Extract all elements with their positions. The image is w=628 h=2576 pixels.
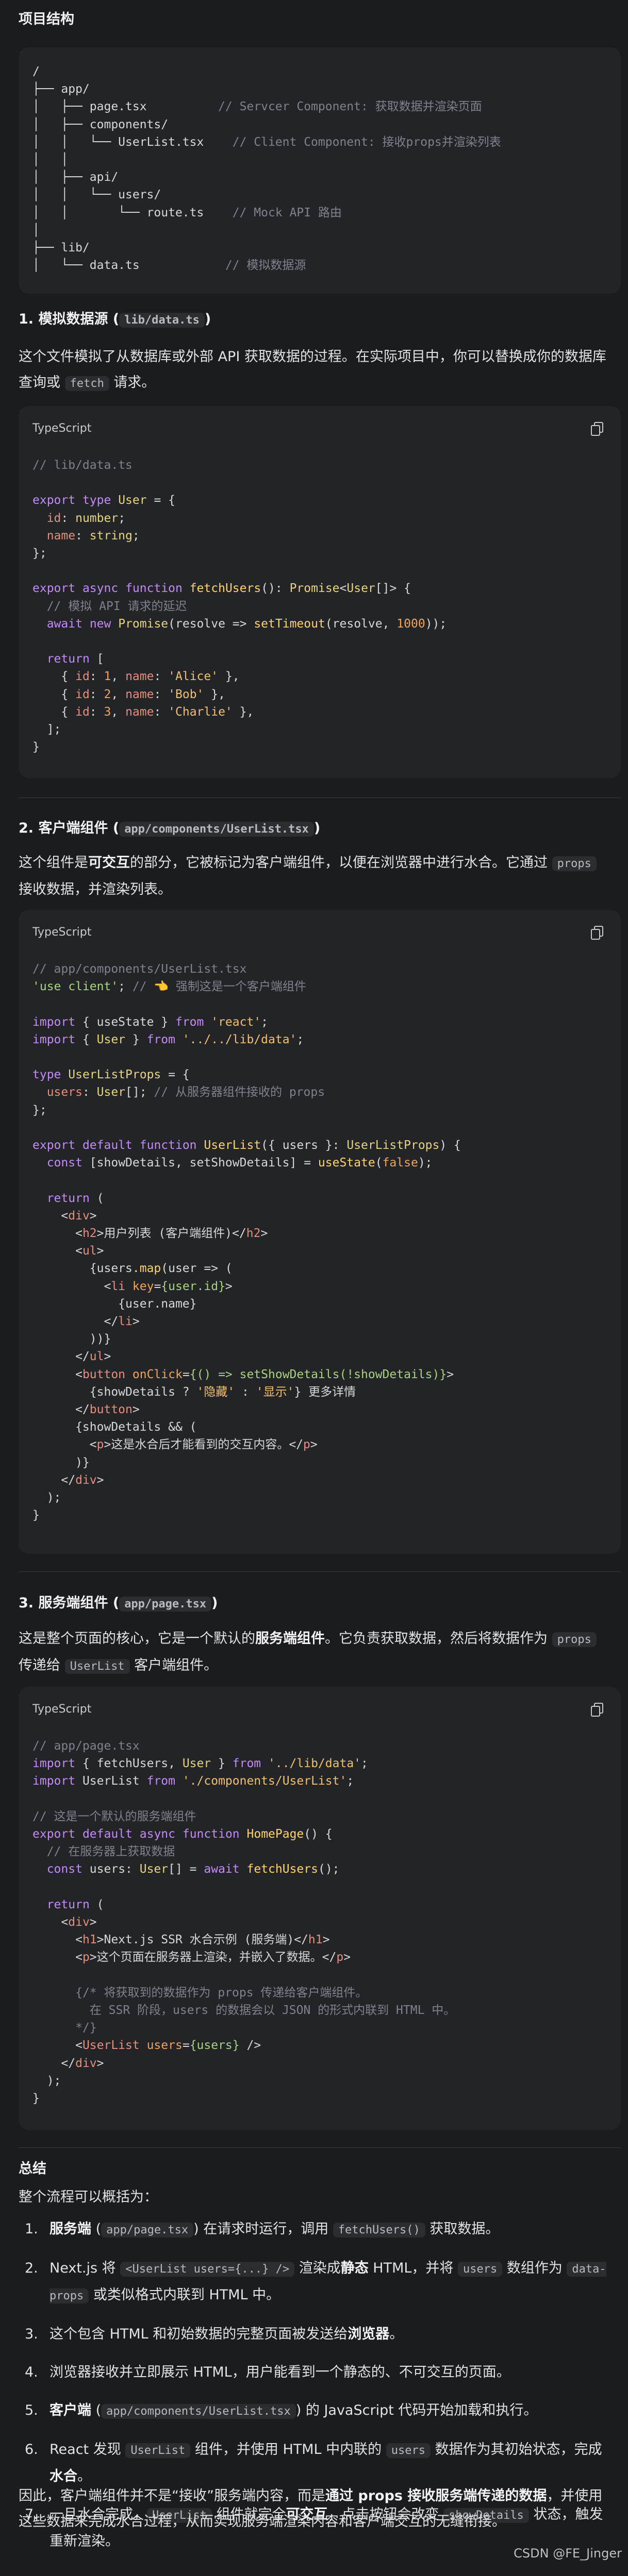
step-number: 6. [25,2442,38,2458]
summary-title: 总结 [19,2161,46,2177]
code-language-label: TypeScript [32,1702,92,1716]
copy-icon[interactable] [591,926,603,940]
client-code-block: TypeScript // app/components/UserList.ts… [19,910,621,1554]
step-text: 这个包含 HTML 和初始数据的完整页面被发送给浏览器。 [49,2326,404,2342]
step-text: 浏览器接收并立即展示 HTML，用户能看到一个静态的、不可交互的页面。 [49,2364,510,2380]
step-number: 4. [25,2364,38,2380]
server-section-title: 3. 服务端组件 (app/page.tsx) [19,1595,218,1612]
code-language-label: TypeScript [32,925,92,939]
summary-step: 5. 客户端 (app/components/UserList.tsx) 的 Ja… [19,2398,612,2425]
step-number: 1. [25,2221,38,2237]
code-header: TypeScript [19,406,621,450]
summary-step: 2. Next.js 将 <UserList users={...} /> 渲染成… [19,2256,612,2309]
step-number: 3. [25,2326,38,2342]
code-header: TypeScript [19,1687,621,1731]
structure-code: / ├── app/ │ ├── page.tsx // Servcer Com… [32,65,501,273]
step-text: Next.js 将 <UserList users={...} /> 渲染成静态… [49,2260,606,2303]
step-text: React 发现 UserList 组件，并使用 HTML 中内联的 users… [49,2442,602,2484]
structure-code-block: / ├── app/ │ ├── page.tsx // Servcer Com… [19,47,621,294]
code-header: TypeScript [19,910,621,954]
client-code: // app/components/UserList.tsx 'use clie… [32,962,461,1522]
summary-step: 4. 浏览器接收并立即展示 HTML，用户能看到一个静态的、不可交互的页面。 [19,2360,612,2385]
summary-step: 1. 服务端 (app/page.tsx) 在请求时运行，调用 fetchUser… [19,2216,612,2243]
summary-intro: 整个流程可以概括为： [19,2189,158,2205]
code-language-label: TypeScript [32,421,92,435]
summary-step: 6. React 发现 UserList 组件，并使用 HTML 中内联的 use… [19,2437,612,2489]
data-code-block: TypeScript // lib/data.ts export type Us… [19,406,621,778]
copy-icon[interactable] [591,422,603,436]
divider [19,1571,621,1572]
summary-step: 3. 这个包含 HTML 和初始数据的完整页面被发送给浏览器。 [19,2321,612,2347]
client-section-title: 2. 客户端组件 (app/components/UserList.tsx) [19,820,321,837]
watermark: CSDN @FE_Jinger [514,2546,622,2561]
server-code-block: TypeScript // app/page.tsx import { fetc… [19,1687,621,2130]
client-section-desc: 这个组件是可交互的部分，它被标记为客户端组件，以便在浏览器中进行水合。它通过 p… [19,850,612,903]
conclusion: 因此，客户端组件并不是“接收”服务端内容，而是通过 props 接收服务端传递的… [19,2488,603,2530]
structure-title: 项目结构 [19,11,74,27]
data-section-desc: 这个文件模拟了从数据库或外部 API 获取数据的过程。在实际项目中，你可以替换成… [19,349,606,391]
step-number: 2. [25,2260,38,2276]
data-section-title: 1. 模拟数据源 (lib/data.ts) [19,311,211,328]
divider [19,2147,621,2148]
article-page: 项目结构 / ├── app/ │ ├── page.tsx // Servce… [0,0,628,2576]
step-number: 5. [25,2402,38,2418]
data-code: // lib/data.ts export type User = { id: … [32,459,447,754]
server-code: // app/page.tsx import { fetchUsers, Use… [32,1739,456,2106]
step-text: 服务端 (app/page.tsx) 在请求时运行，调用 fetchUsers(… [49,2221,500,2238]
server-section-desc: 这是整个页面的核心，它是一个默认的服务端组件。它负责获取数据，然后将数据作为 p… [19,1626,612,1680]
step-text: 客户端 (app/components/UserList.tsx) 的 Java… [49,2402,538,2419]
copy-icon[interactable] [591,1703,603,1717]
